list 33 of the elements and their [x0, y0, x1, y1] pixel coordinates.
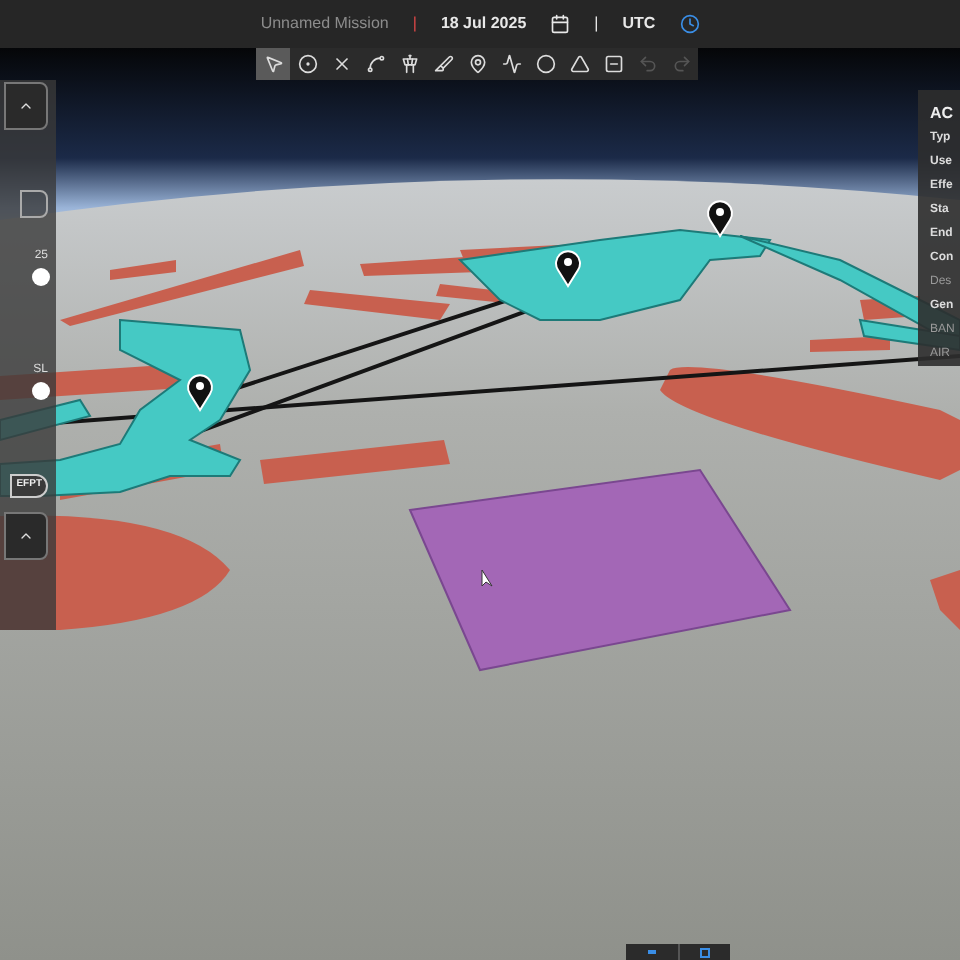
cursor-icon	[481, 569, 493, 587]
slider-thumb[interactable]	[32, 382, 50, 400]
mission-name: Unnamed Mission	[260, 12, 389, 36]
map-pin-icon[interactable]	[707, 200, 733, 237]
slider-thumb[interactable]	[32, 268, 50, 286]
zigzag-icon	[501, 54, 521, 74]
tower-icon	[399, 54, 419, 74]
map-pin-icon	[467, 54, 487, 74]
restricted-zone	[930, 570, 960, 630]
cross-icon	[331, 54, 351, 74]
map-pin-icon[interactable]	[187, 374, 213, 411]
chevron-up-icon	[18, 528, 34, 544]
collapse-button[interactable]	[4, 512, 48, 560]
calendar-icon[interactable]	[550, 14, 571, 34]
date-text: 18 Jul 2025	[440, 12, 527, 36]
chevron-up-icon	[18, 98, 34, 114]
panel-title: AC	[930, 102, 956, 126]
collapse-button[interactable]	[4, 82, 48, 130]
separator-text: |	[412, 12, 417, 36]
circle-icon	[535, 54, 555, 74]
input-field[interactable]	[20, 190, 48, 218]
separator-text: |	[594, 12, 599, 36]
triangle-icon	[569, 54, 589, 74]
clock-icon[interactable]	[679, 14, 700, 34]
map-pin-icon[interactable]	[555, 250, 581, 287]
target-icon	[297, 54, 317, 74]
tool-button[interactable]	[256, 48, 290, 80]
pointer-icon	[263, 54, 283, 74]
redo-icon	[671, 54, 691, 74]
undo-icon	[637, 54, 657, 74]
restricted-zone	[810, 336, 890, 352]
timezone-text: UTC	[622, 12, 656, 36]
minus-square-icon	[603, 54, 623, 74]
